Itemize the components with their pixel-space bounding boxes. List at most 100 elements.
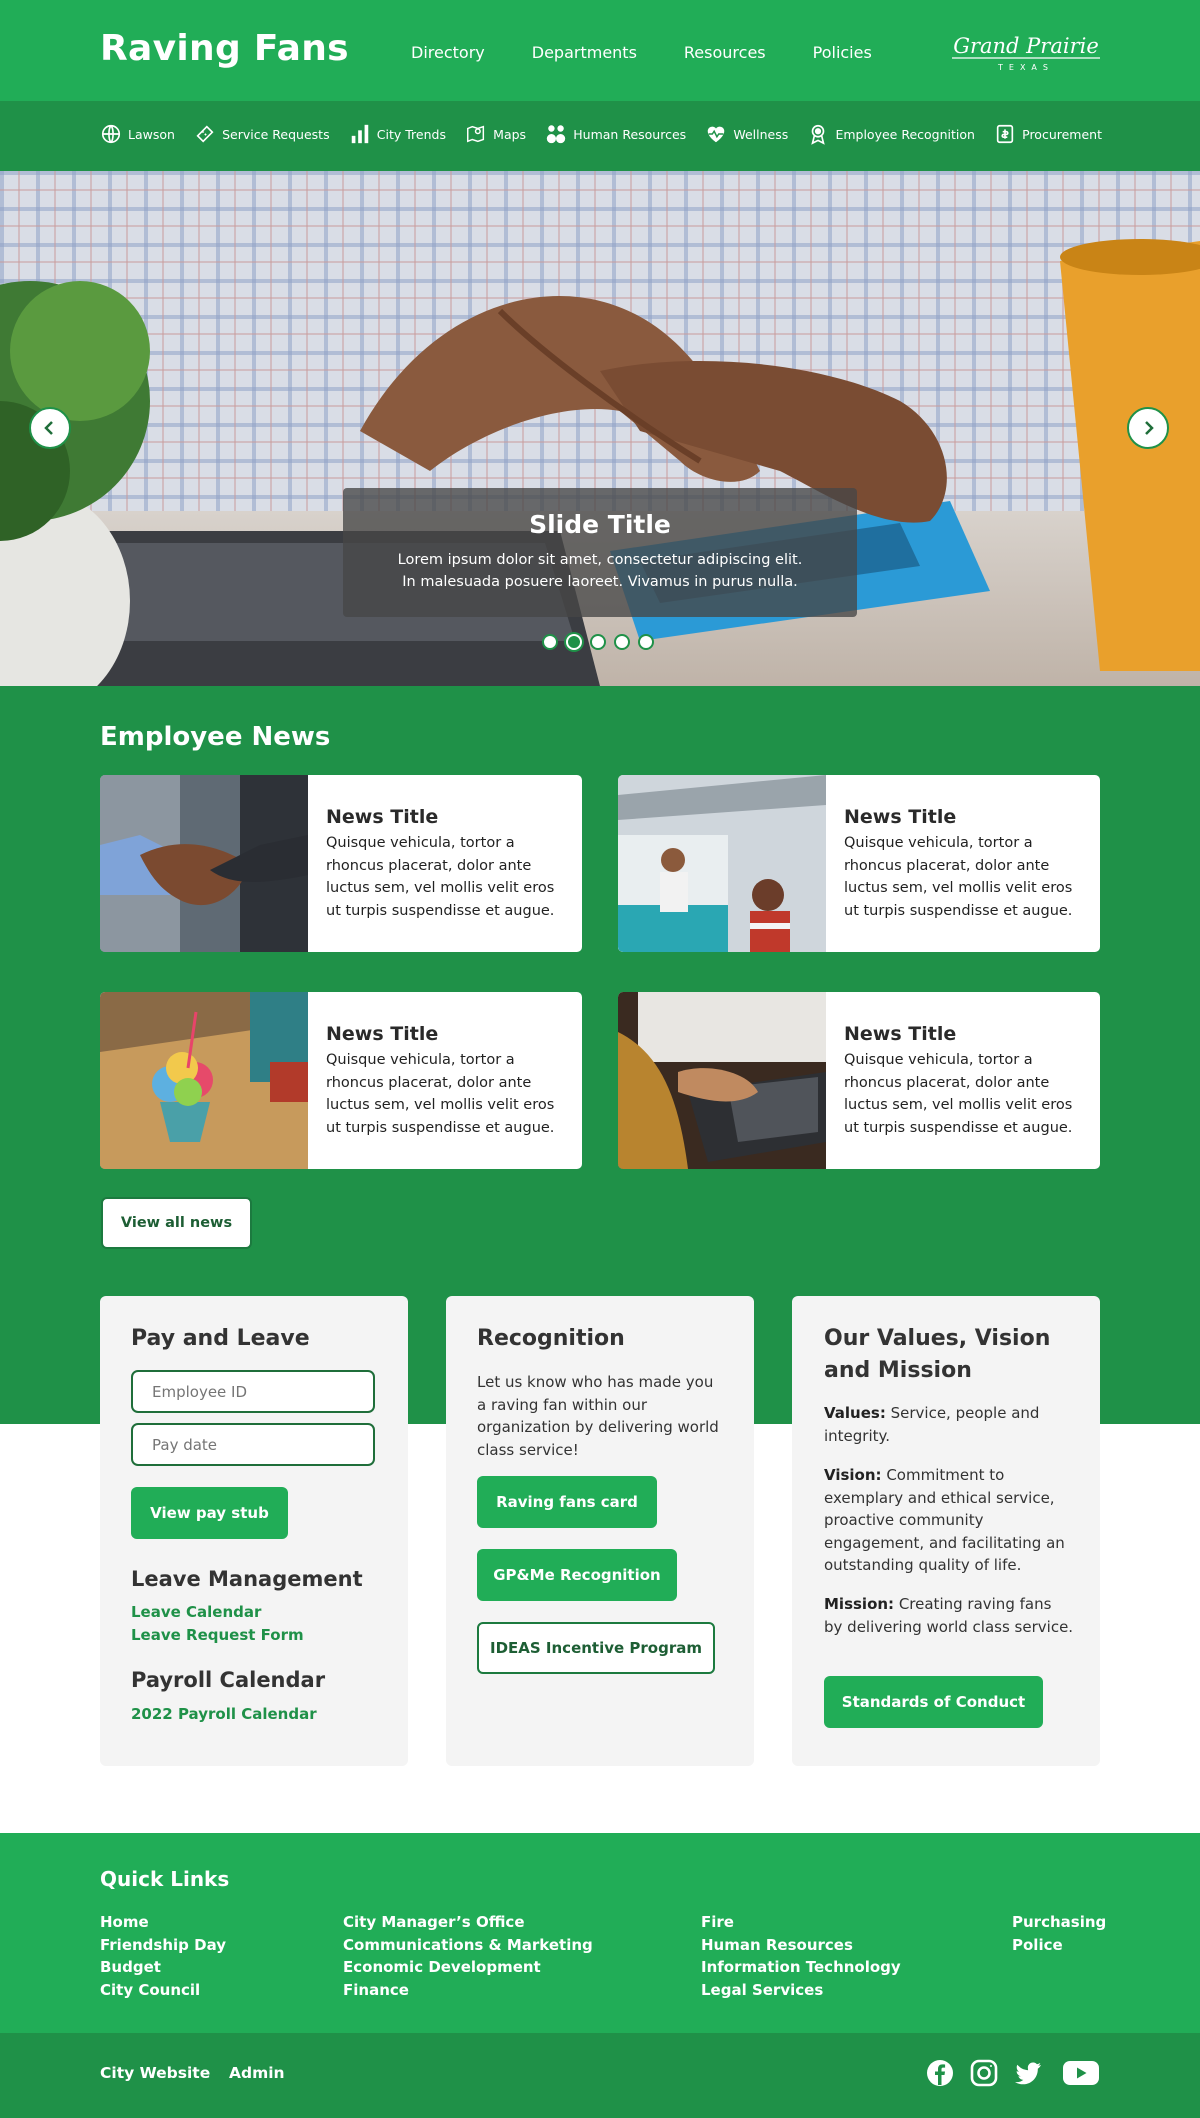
quicknav-lawson[interactable]: Lawson — [100, 123, 175, 145]
footer-link-communications-marketing[interactable]: Communications & Marketing — [343, 1934, 593, 1957]
footer-link-police[interactable]: Police — [1012, 1934, 1106, 1957]
carousel-prev-button[interactable] — [29, 407, 71, 449]
footer-column: Purchasing Police — [1012, 1911, 1106, 1956]
view-pay-stub-button[interactable]: View pay stub — [131, 1487, 288, 1539]
quicknav-service-requests[interactable]: Service Requests — [194, 123, 330, 145]
quicknav-wellness[interactable]: Wellness — [705, 123, 788, 145]
mission-statement: Mission: Creating raving fans by deliver… — [824, 1593, 1074, 1638]
standards-of-conduct-button[interactable]: Standards of Conduct — [824, 1676, 1043, 1728]
main-nav: Directory Departments Resources Policies — [411, 43, 872, 62]
gp-me-recognition-button[interactable]: GP&Me Recognition — [477, 1549, 677, 1601]
footer-link-purchasing[interactable]: Purchasing — [1012, 1911, 1106, 1934]
recognition-heading: Recognition — [477, 1326, 625, 1351]
instagram-icon[interactable] — [969, 2058, 999, 2088]
carousel-indicators — [542, 634, 654, 650]
site-brand[interactable]: Raving Fans — [100, 28, 349, 69]
slide-caption: Slide Title Lorem ipsum dolor sit amet, … — [343, 488, 857, 617]
footer-link-fire[interactable]: Fire — [701, 1911, 901, 1934]
people-icon — [547, 125, 566, 144]
quick-links-heading: Quick Links — [100, 1867, 230, 1891]
globe-icon — [101, 124, 121, 144]
carousel-dot-active[interactable] — [566, 634, 582, 650]
hero-carousel: Slide Title Lorem ipsum dolor sit amet, … — [0, 171, 1200, 686]
bar-chart-icon — [351, 124, 369, 144]
footer-link-legal-services[interactable]: Legal Services — [701, 1979, 901, 2002]
news-card[interactable]: News Title Quisque vehicula, tortor a rh… — [100, 992, 582, 1169]
footer-link-budget[interactable]: Budget — [100, 1956, 226, 1979]
news-title[interactable]: News Title — [326, 806, 564, 828]
youtube-icon[interactable] — [1062, 2058, 1100, 2088]
quicknav-label: Employee Recognition — [835, 126, 975, 142]
footer-link-human-resources[interactable]: Human Resources — [701, 1934, 901, 1957]
chevron-left-icon — [44, 421, 53, 435]
view-all-news-button[interactable]: View all news — [101, 1197, 252, 1249]
carousel-dot[interactable] — [590, 634, 606, 650]
ticket-icon — [196, 125, 214, 143]
quicknav-label: Lawson — [128, 126, 175, 142]
carousel-dot[interactable] — [542, 634, 558, 650]
footer-link-economic-development[interactable]: Economic Development — [343, 1956, 593, 1979]
footer-link-finance[interactable]: Finance — [343, 1979, 593, 2002]
ideas-incentive-program-button[interactable]: IDEAS Incentive Program — [477, 1622, 715, 1674]
chevron-right-icon — [1145, 421, 1154, 435]
leave-calendar-link[interactable]: Leave Calendar — [131, 1603, 261, 1621]
twitter-icon[interactable] — [1013, 2058, 1043, 2088]
footer-column: Fire Human Resources Information Technol… — [701, 1911, 901, 2001]
values-panel: Our Values, Vision and Mission Values: S… — [792, 1296, 1100, 1766]
quicknav-employee-recognition[interactable]: Employee Recognition — [807, 123, 975, 145]
nav-directory[interactable]: Directory — [411, 43, 485, 62]
grand-prairie-logo[interactable]: Grand Prairie TEXAS — [950, 33, 1102, 73]
news-title[interactable]: News Title — [326, 1023, 564, 1045]
footer-link-home[interactable]: Home — [100, 1911, 226, 1934]
admin-link[interactable]: Admin — [229, 2064, 285, 2082]
quick-nav-bar: Lawson Service Requests City Trends Maps… — [0, 101, 1200, 171]
news-body: News Title Quisque vehicula, tortor a rh… — [826, 775, 1100, 952]
payroll-calendar-link[interactable]: 2022 Payroll Calendar — [131, 1705, 317, 1723]
facebook-icon[interactable] — [925, 2058, 955, 2088]
footer-link-city-managers-office[interactable]: City Manager’s Office — [343, 1911, 593, 1934]
award-icon — [811, 124, 826, 145]
raving-fans-card-button[interactable]: Raving fans card — [477, 1476, 657, 1528]
quicknav-label: City Trends — [376, 126, 446, 142]
quicknav-label: Human Resources — [573, 126, 687, 142]
carousel-dot[interactable] — [614, 634, 630, 650]
city-website-link[interactable]: City Website — [100, 2064, 210, 2082]
nav-departments[interactable]: Departments — [532, 43, 637, 62]
values-label: Values: — [824, 1404, 886, 1422]
footer-column: City Manager’s Office Communications & M… — [343, 1911, 593, 2001]
pay-date-input[interactable] — [131, 1423, 375, 1466]
values-statement: Values: Service, people and integrity. — [824, 1402, 1074, 1447]
map-icon — [467, 125, 485, 143]
quicknav-procurement[interactable]: Procurement — [994, 123, 1102, 145]
footer-link-friendship-day[interactable]: Friendship Day — [100, 1934, 226, 1957]
quicknav-maps[interactable]: Maps — [465, 123, 526, 145]
recognition-panel: Recognition Let us know who has made you… — [446, 1296, 754, 1766]
news-card[interactable]: News Title Quisque vehicula, tortor a rh… — [618, 775, 1100, 952]
news-thumbnail-handshake — [100, 775, 308, 952]
news-title[interactable]: News Title — [844, 806, 1082, 828]
employee-id-input[interactable] — [131, 1370, 375, 1413]
heart-pulse-icon — [708, 126, 725, 143]
quicknav-label: Wellness — [733, 126, 789, 142]
nav-policies[interactable]: Policies — [813, 43, 872, 62]
footer-link-city-council[interactable]: City Council — [100, 1979, 226, 2002]
footer-link-information-technology[interactable]: Information Technology — [701, 1956, 901, 1979]
slide-title: Slide Title — [529, 510, 671, 539]
news-card[interactable]: News Title Quisque vehicula, tortor a rh… — [618, 992, 1100, 1169]
quicknav-human-resources[interactable]: Human Resources — [545, 123, 686, 145]
vision-label: Vision: — [824, 1466, 882, 1484]
logo-text: Grand Prairie — [953, 34, 1099, 58]
pay-and-leave-panel: Pay and Leave View pay stub Leave Manage… — [100, 1296, 408, 1766]
news-title[interactable]: News Title — [844, 1023, 1082, 1045]
carousel-next-button[interactable] — [1127, 407, 1169, 449]
quicknav-city-trends[interactable]: City Trends — [349, 123, 446, 145]
vision-statement: Vision: Commitment to exemplary and ethi… — [824, 1464, 1074, 1577]
news-card[interactable]: News Title Quisque vehicula, tortor a rh… — [100, 775, 582, 952]
news-text: Quisque vehicula, tortor a rhoncus place… — [326, 1052, 555, 1136]
recognition-text: Let us know who has made you a raving fa… — [477, 1373, 719, 1459]
leave-request-form-link[interactable]: Leave Request Form — [131, 1626, 304, 1644]
logo-subtext: TEXAS — [997, 63, 1054, 72]
carousel-dot[interactable] — [638, 634, 654, 650]
footer-column: Home Friendship Day Budget City Council — [100, 1911, 226, 2001]
nav-resources[interactable]: Resources — [684, 43, 766, 62]
